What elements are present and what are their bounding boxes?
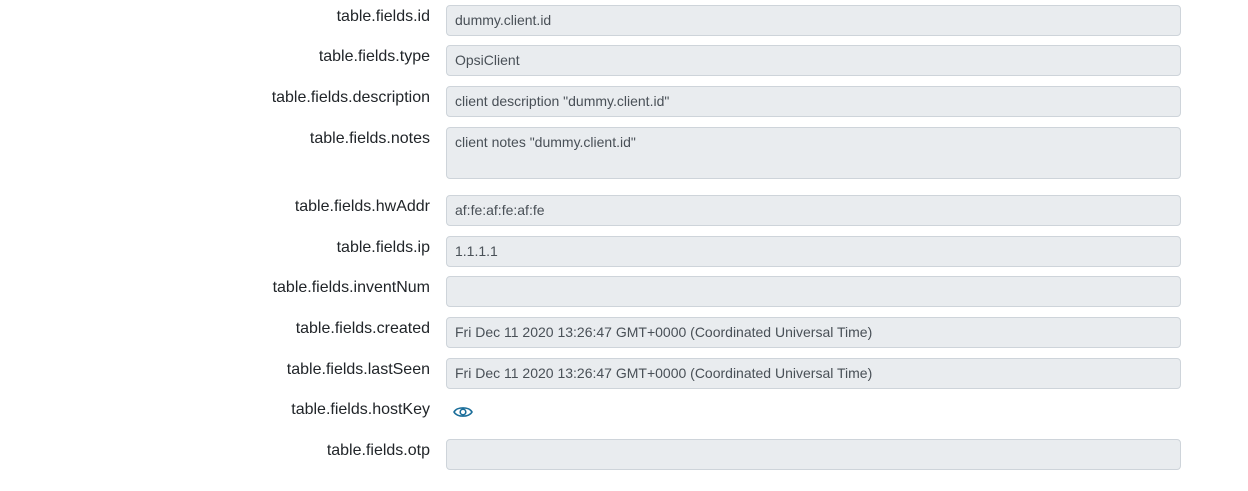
field-ip[interactable]: 1.1.1.1 [446, 236, 1181, 267]
label-otp: table.fields.otp [326, 442, 430, 459]
label-ip: table.fields.ip [336, 239, 430, 256]
label-type: table.fields.type [318, 48, 430, 65]
field-created[interactable]: Fri Dec 11 2020 13:26:47 GMT+0000 (Coord… [446, 317, 1181, 348]
label-description: table.fields.description [271, 89, 430, 106]
label-id: table.fields.id [336, 8, 430, 25]
eye-icon[interactable] [453, 405, 473, 419]
field-type[interactable]: OpsiClient [446, 45, 1181, 76]
field-hwaddr[interactable]: af:fe:af:fe:af:fe [446, 195, 1181, 226]
label-hostkey: table.fields.hostKey [291, 401, 430, 418]
field-otp[interactable] [446, 439, 1181, 470]
field-notes[interactable]: client notes "dummy.client.id" [446, 127, 1181, 179]
label-lastseen: table.fields.lastSeen [286, 361, 430, 378]
label-created: table.fields.created [295, 320, 430, 337]
field-description[interactable]: client description "dummy.client.id" [446, 86, 1181, 117]
field-id[interactable]: dummy.client.id [446, 5, 1181, 36]
field-lastseen[interactable]: Fri Dec 11 2020 13:26:47 GMT+0000 (Coord… [446, 358, 1181, 389]
label-inventnum: table.fields.inventNum [272, 279, 430, 296]
label-hwaddr: table.fields.hwAddr [294, 198, 430, 215]
label-notes: table.fields.notes [309, 130, 430, 147]
field-inventnum[interactable] [446, 276, 1181, 307]
client-details-form: table.fields.id dummy.client.id table.fi… [0, 0, 1248, 491]
